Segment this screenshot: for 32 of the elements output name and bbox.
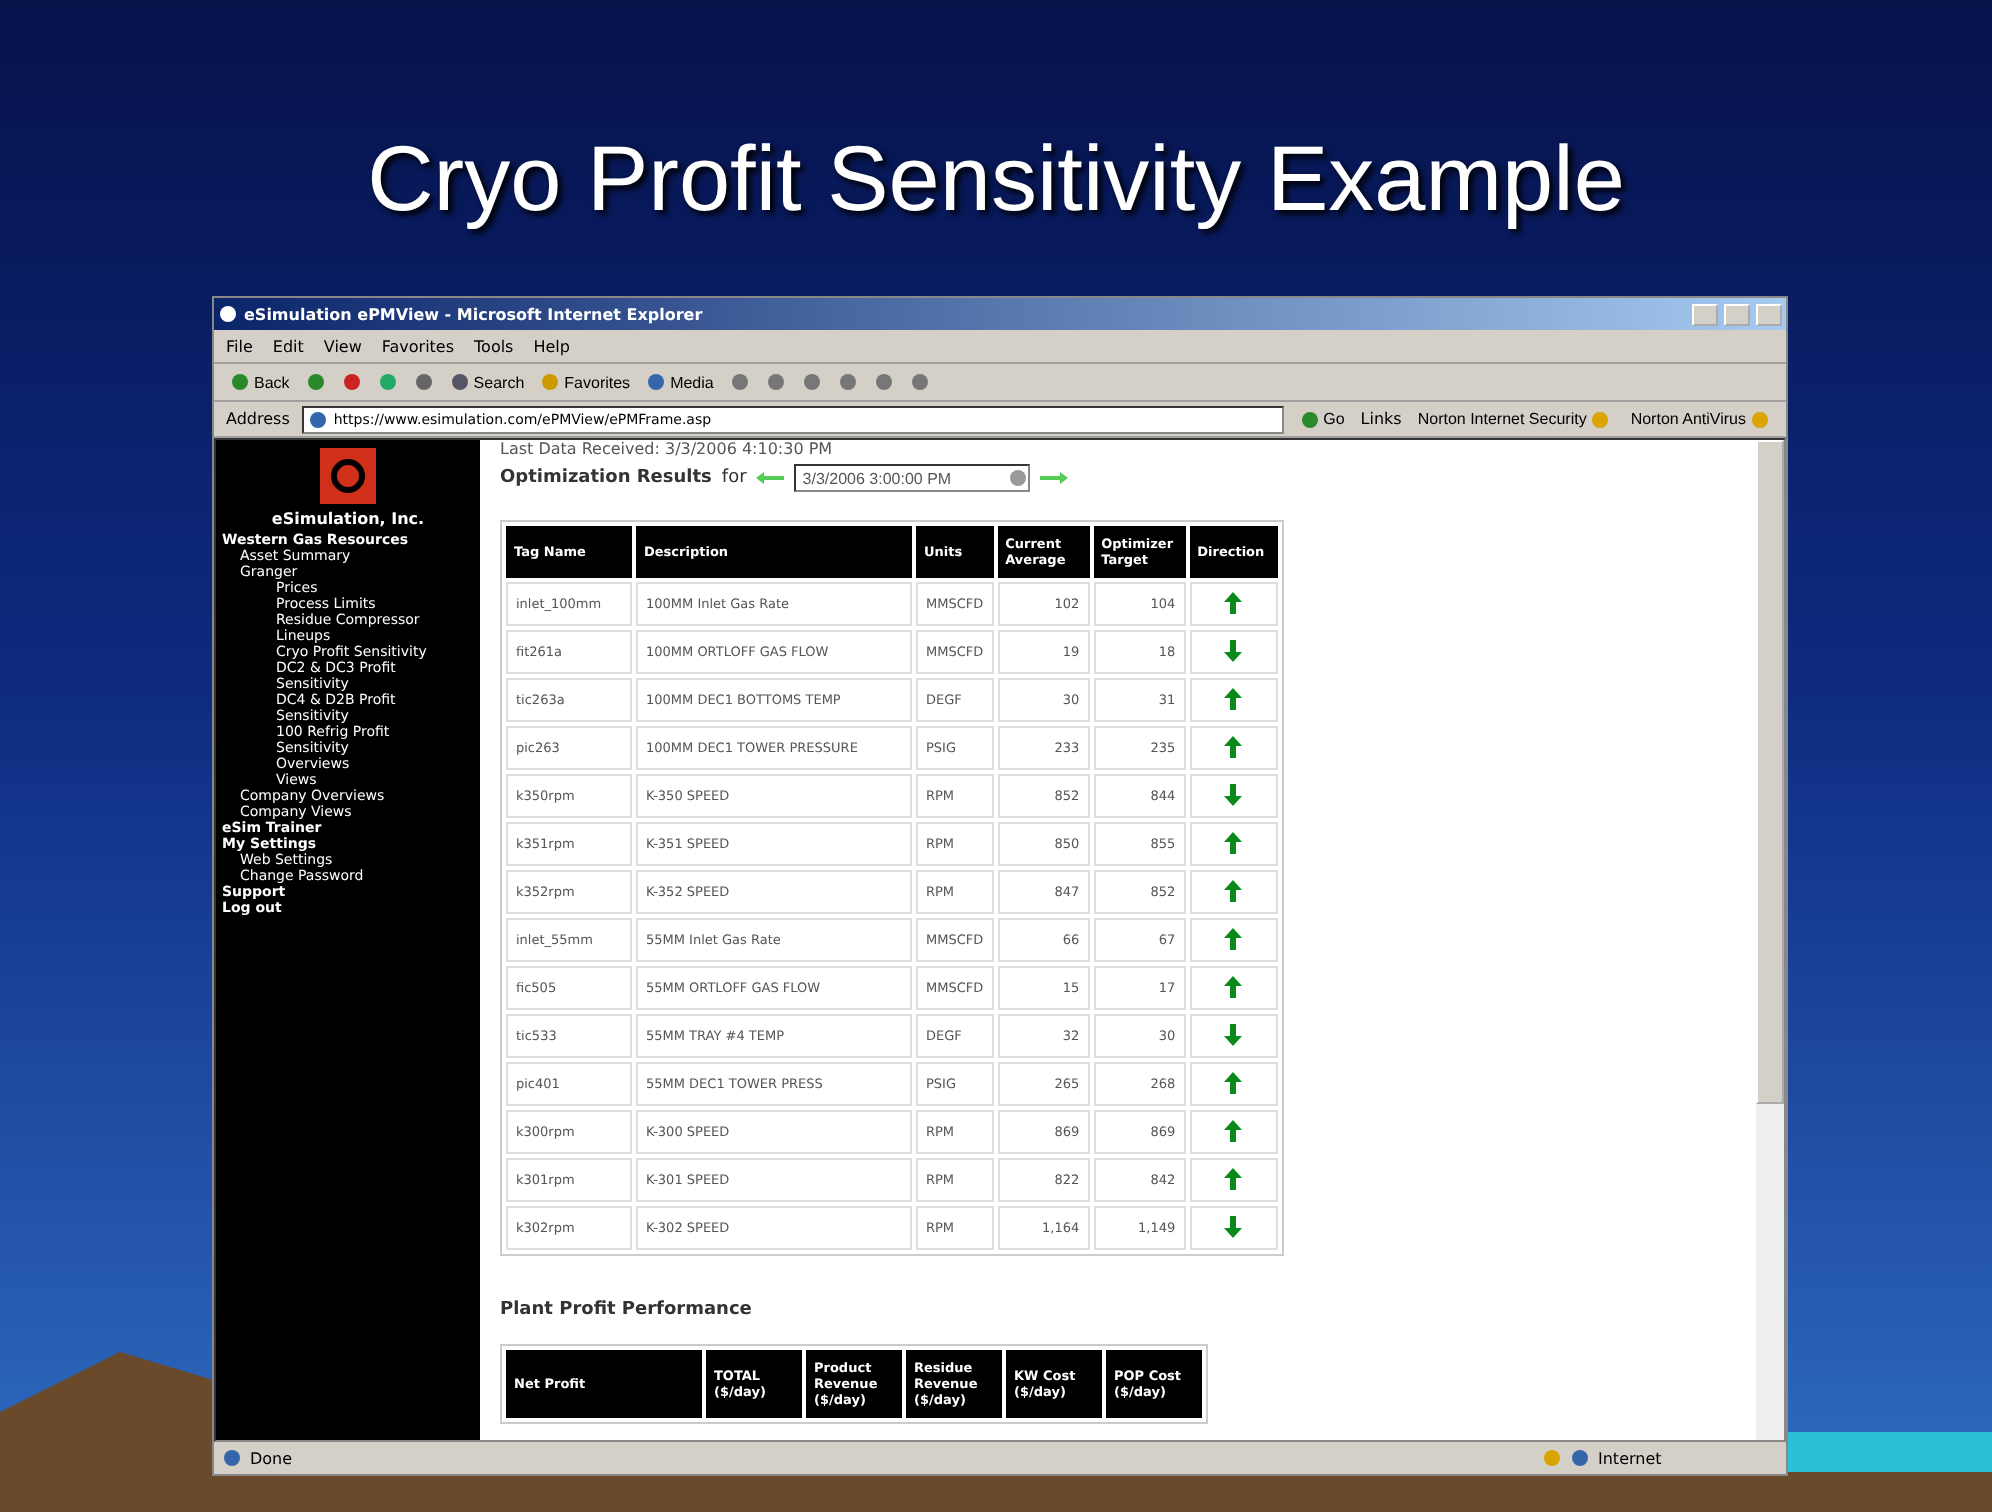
- search-toolbar-button[interactable]: Search: [445, 366, 529, 398]
- address-label: Address: [226, 410, 290, 428]
- for-label: for: [721, 468, 747, 488]
- menu-item[interactable]: Tools: [474, 337, 514, 355]
- next-arrow-icon[interactable]: [1040, 472, 1069, 484]
- addon-button[interactable]: Norton Internet Security: [1413, 403, 1615, 435]
- date-dropdown[interactable]: 3/3/2006 3:00:00 PM: [794, 464, 1031, 492]
- last-data-text: Last Data Received: 3/3/2006 4:10:30 PM: [500, 440, 833, 460]
- menu-item[interactable]: Edit: [272, 337, 304, 355]
- section-title: Plant Profit Performance: [500, 1300, 754, 1320]
- favorites-toolbar-button[interactable]: Favorites: [536, 366, 635, 398]
- back-toolbar-button[interactable]: Back: [226, 366, 294, 398]
- menu-item[interactable]: Help: [533, 337, 570, 355]
- addon-button[interactable]: Norton AntiVirus: [1626, 403, 1774, 435]
- section-title: Optimization Results: [500, 468, 712, 488]
- scrollbar[interactable]: [1756, 440, 1784, 1440]
- menu-item[interactable]: File: [226, 337, 253, 355]
- maximize-button[interactable]: [1724, 303, 1750, 325]
- company-name: eSimulation, Inc.: [269, 510, 427, 528]
- go-button[interactable]: Go: [1295, 403, 1349, 435]
- close-button[interactable]: [1756, 303, 1782, 325]
- menu-item[interactable]: View: [323, 337, 362, 355]
- previous-arrow-icon[interactable]: [756, 472, 785, 484]
- company-logo: [320, 448, 376, 504]
- slide-title: Cryo Profit Sensitivity Example: [367, 124, 1625, 234]
- zone-text: Internet: [1598, 1449, 1664, 1467]
- status-text: Done: [250, 1449, 295, 1467]
- minimize-button[interactable]: [1692, 303, 1718, 325]
- window-title: eSimulation ePMView - Microsoft Internet Explorer: [244, 305, 705, 323]
- links-label[interactable]: Links: [1360, 410, 1402, 428]
- menu-item[interactable]: Favorites: [381, 337, 455, 355]
- media-toolbar-button[interactable]: Media: [642, 366, 718, 398]
